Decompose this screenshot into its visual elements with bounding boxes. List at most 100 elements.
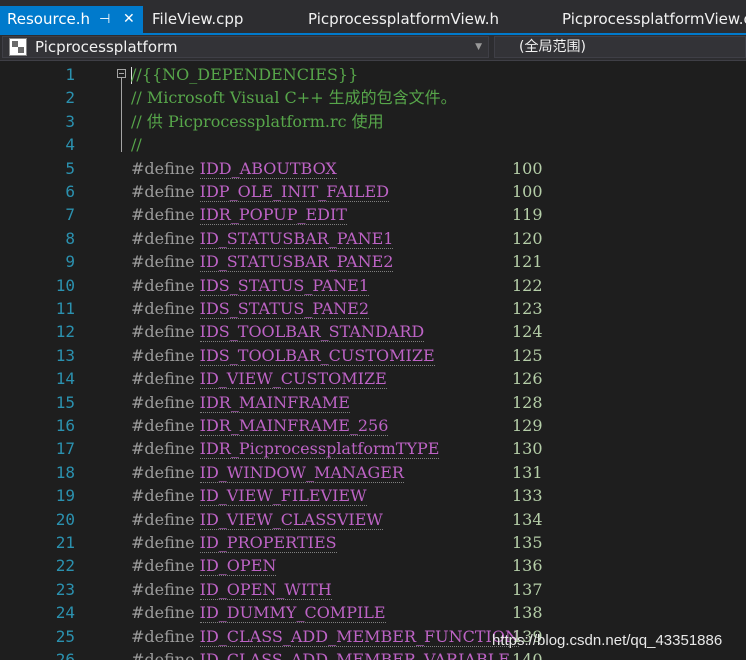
code-line[interactable]: 9 #define ID_STATUSBAR_PANE2 121 — [0, 250, 746, 273]
macro-name[interactable]: IDD_ABOUTBOX — [199, 158, 337, 179]
macro-name[interactable]: IDR_PicprocessplatformTYPE — [199, 439, 440, 460]
macro-name[interactable]: ID_DUMMY_COMPILE — [199, 603, 386, 624]
define-statement: #define IDD_ABOUTBOX — [131, 157, 337, 180]
project-dropdown[interactable]: Picprocessplatform ▼ — [2, 36, 489, 58]
line-number: 1 — [65, 65, 75, 84]
define-statement: #define IDR_PicprocessplatformTYPE — [131, 437, 440, 460]
code-line[interactable]: 14 #define ID_VIEW_CUSTOMIZE 126 — [0, 367, 746, 390]
code-line[interactable]: 5 #define IDD_ABOUTBOX 100 — [0, 157, 746, 180]
macro-name[interactable]: ID_VIEW_CLASSVIEW — [199, 509, 383, 530]
line-number: 15 — [55, 392, 75, 412]
define-keyword: #define — [131, 228, 195, 248]
comment-text: // — [131, 135, 142, 155]
line-number: 3 — [65, 111, 75, 131]
code-line[interactable]: 16 #define IDR_MAINFRAME_256 129 — [0, 414, 746, 437]
scope-dropdown[interactable]: (全局范围) — [494, 36, 746, 58]
code-line[interactable]: 19 #define ID_VIEW_FILEVIEW 133 — [0, 484, 746, 507]
define-keyword: #define — [131, 158, 195, 178]
line-number: 18 — [55, 462, 75, 482]
macro-name[interactable]: IDS_STATUS_PANE1 — [199, 275, 370, 296]
project-name: Picprocessplatform — [35, 38, 178, 56]
line-number: 21 — [55, 533, 75, 552]
define-statement: #define ID_VIEW_CUSTOMIZE — [131, 367, 387, 390]
code-line[interactable]: 4 // — [0, 133, 746, 156]
macro-name[interactable]: IDR_MAINFRAME_256 — [199, 416, 389, 436]
define-keyword: #define — [131, 416, 195, 435]
tab-picprocessplatformview-h[interactable]: PicprocessplatformView.h — [308, 6, 499, 33]
macro-name[interactable]: IDP_OLE_INIT_FAILED — [199, 182, 390, 202]
define-keyword: #define — [131, 322, 195, 342]
macro-value: 120 — [512, 228, 543, 248]
tab-picprocessplatformview-cpp[interactable]: PicprocessplatformView.c — [562, 6, 746, 33]
define-statement: #define ID_OPEN_WITH — [131, 578, 332, 601]
watermark: https://blog.csdn.net/qq_43351886 — [492, 632, 723, 649]
macro-name[interactable]: IDS_STATUS_PANE2 — [199, 299, 370, 319]
line-number: 22 — [55, 556, 75, 576]
macro-value: 138 — [512, 603, 543, 623]
line-number: 10 — [55, 275, 75, 295]
macro-name[interactable]: ID_CLASS_ADD_MEMBER_FUNCTION — [199, 626, 519, 647]
code-line[interactable]: 8 #define ID_STATUSBAR_PANE1 120 — [0, 227, 746, 250]
macro-name[interactable]: ID_CLASS_ADD_MEMBER_VARIABLE — [199, 650, 511, 660]
line-number: 13 — [55, 345, 75, 365]
macro-name[interactable]: ID_OPEN — [199, 556, 277, 577]
pin-icon[interactable]: ⊣ — [99, 6, 110, 33]
macro-name[interactable]: ID_STATUSBAR_PANE1 — [199, 228, 394, 249]
macro-name[interactable]: IDS_TOOLBAR_CUSTOMIZE — [199, 345, 435, 366]
code-line[interactable]: 18 #define ID_WINDOW_MANAGER 131 — [0, 461, 746, 484]
code-line[interactable]: 23 #define ID_OPEN_WITH 137 — [0, 578, 746, 601]
code-line[interactable]: 10 #define IDS_STATUS_PANE1 122 — [0, 274, 746, 297]
define-statement: #define ID_VIEW_CLASSVIEW — [131, 508, 383, 531]
macro-name[interactable]: IDS_TOOLBAR_STANDARD — [199, 322, 425, 343]
macro-value: 100 — [512, 182, 543, 201]
line-number: 2 — [65, 88, 75, 108]
code-line[interactable]: 7 #define IDR_POPUP_EDIT 119 — [0, 203, 746, 226]
define-keyword: #define — [131, 509, 195, 529]
comment-text: //{{NO_DEPENDENCIES}} — [131, 65, 359, 84]
define-keyword: #define — [131, 439, 195, 459]
define-statement: #define ID_WINDOW_MANAGER — [131, 461, 404, 484]
macro-name[interactable]: ID_WINDOW_MANAGER — [199, 462, 404, 483]
code-line[interactable]: 6 #define IDP_OLE_INIT_FAILED 100 — [0, 180, 746, 203]
line-number: 17 — [55, 439, 75, 459]
code-line[interactable]: 21 #define ID_PROPERTIES 135 — [0, 531, 746, 554]
tab-fileview-cpp[interactable]: FileView.cpp — [152, 6, 243, 33]
define-keyword: #define — [131, 462, 195, 482]
define-statement: #define ID_CLASS_ADD_MEMBER_VARIABLE — [131, 648, 511, 660]
scope-label: (全局范围) — [519, 39, 586, 55]
define-statement: #define IDR_POPUP_EDIT — [131, 203, 347, 226]
collapse-icon[interactable] — [117, 69, 126, 78]
line-number: 26 — [55, 650, 75, 660]
code-line[interactable]: 2 // Microsoft Visual C++ 生成的包含文件。 — [0, 86, 746, 109]
define-keyword: #define — [131, 182, 195, 201]
code-line[interactable]: 13 #define IDS_TOOLBAR_CUSTOMIZE 125 — [0, 344, 746, 367]
code-line[interactable]: 15 #define IDR_MAINFRAME 128 — [0, 391, 746, 414]
chevron-down-icon[interactable]: ▼ — [475, 37, 482, 57]
macro-name[interactable]: ID_STATUSBAR_PANE2 — [199, 252, 394, 273]
code-line[interactable]: 22 #define ID_OPEN 136 — [0, 554, 746, 577]
macro-name[interactable]: ID_PROPERTIES — [199, 533, 337, 553]
define-keyword: #define — [131, 345, 195, 365]
code-line[interactable]: 12 #define IDS_TOOLBAR_STANDARD 124 — [0, 320, 746, 343]
code-line[interactable]: 20 #define ID_VIEW_CLASSVIEW 134 — [0, 508, 746, 531]
close-icon[interactable]: ✕ — [123, 6, 135, 33]
macro-name[interactable]: IDR_POPUP_EDIT — [199, 205, 347, 226]
tab-resource-h[interactable]: Resource.h ⊣ ✕ — [0, 6, 143, 33]
macro-name[interactable]: IDR_MAINFRAME — [199, 392, 350, 413]
code-line[interactable]: 3 // 供 Picprocessplatform.rc 使用 — [0, 110, 746, 133]
line-number: 7 — [65, 205, 75, 225]
code-line[interactable]: 1 //{{NO_DEPENDENCIES}} — [0, 63, 746, 86]
macro-value: 126 — [512, 369, 543, 389]
macro-name[interactable]: ID_OPEN_WITH — [199, 579, 332, 600]
code-line[interactable]: 26 #define ID_CLASS_ADD_MEMBER_VARIABLE 14… — [0, 648, 746, 660]
macro-name[interactable]: ID_VIEW_FILEVIEW — [199, 486, 367, 507]
tab-label: PicprocessplatformView.h — [308, 10, 500, 28]
code-editor[interactable]: 1 //{{NO_DEPENDENCIES}} 2 // Microsoft Visu… — [0, 61, 746, 660]
define-keyword: #define — [131, 205, 195, 225]
macro-value: 134 — [512, 509, 543, 529]
define-keyword: #define — [131, 392, 195, 412]
code-line[interactable]: 17 #define IDR_PicprocessplatformTYPE 130 — [0, 437, 746, 460]
code-line[interactable]: 11 #define IDS_STATUS_PANE2 123 — [0, 297, 746, 320]
macro-name[interactable]: ID_VIEW_CUSTOMIZE — [199, 369, 387, 390]
code-line[interactable]: 24 #define ID_DUMMY_COMPILE 138 — [0, 601, 746, 624]
